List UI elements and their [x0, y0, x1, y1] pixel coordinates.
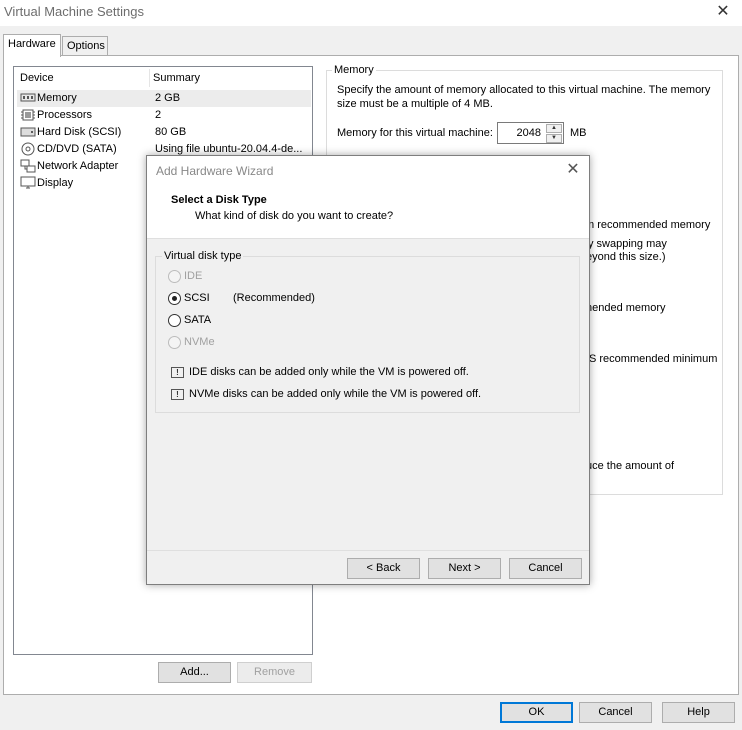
back-button[interactable]: < Back [347, 558, 420, 579]
wizard-cancel-button[interactable]: Cancel [509, 558, 582, 579]
wizard-header: Add Hardware Wizard ✕ Select a Disk Type… [147, 156, 589, 239]
memory-group-label: Memory [332, 64, 376, 76]
device-name: Processors [37, 109, 93, 121]
device-summary: 80 GB [155, 126, 187, 138]
cd-dvd-icon [21, 142, 35, 156]
window-title: Virtual Machine Settings [4, 4, 144, 19]
radio-circle[interactable] [168, 270, 181, 283]
remove-device-button[interactable]: Remove [237, 662, 312, 683]
memory-swapping-text: y swapping may [588, 238, 667, 250]
device-name: Hard Disk (SCSI) [37, 126, 122, 138]
memory-beyond-text: eyond this size.) [586, 251, 666, 263]
add-hardware-wizard-dialog: Add Hardware Wizard ✕ Select a Disk Type… [146, 155, 590, 585]
tab-options[interactable]: Options [62, 36, 108, 56]
wizard-subheading: What kind of disk do you want to create? [195, 210, 394, 222]
close-icon[interactable]: ✕ [563, 160, 583, 180]
tab-hardware[interactable]: Hardware [3, 34, 61, 57]
nvme-info-text: NVMe disks can be added only while the V… [189, 388, 482, 400]
wizard-footer-divider [147, 550, 589, 551]
radio-label: SATA [184, 314, 212, 326]
memory-recommended-text: m recommended memory [585, 219, 711, 231]
title-bar: Virtual Machine Settings ✕ [0, 0, 742, 26]
device-name: Network Adapter [37, 160, 119, 172]
memory-field-label: Memory for this virtual machine: [337, 127, 493, 139]
display-icon [20, 176, 36, 189]
radio-label: IDE [184, 270, 203, 282]
info-icon: ! [171, 389, 184, 400]
device-name: Display [37, 177, 74, 189]
device-summary: Using file ubuntu-20.04.4-de... [155, 143, 303, 155]
device-row-processors[interactable]: Processors 2 [17, 107, 311, 124]
spin-up-icon[interactable]: ▲ [546, 124, 562, 133]
cancel-button[interactable]: Cancel [579, 702, 652, 723]
add-device-button[interactable]: Add... [158, 662, 231, 683]
radio-selected-dot [172, 296, 177, 301]
ok-button[interactable]: OK [500, 702, 573, 723]
ide-info-text: IDE disks can be added only while the VM… [189, 366, 469, 378]
memory-minimum-text: S recommended minimum [589, 353, 718, 365]
memory-unit: MB [570, 127, 587, 139]
memory-reduce-text: uce the amount of [586, 460, 675, 472]
device-name: Memory [37, 92, 77, 104]
column-header-device[interactable]: Device [20, 72, 54, 84]
info-icon: ! [171, 367, 184, 378]
device-name: CD/DVD (SATA) [37, 143, 117, 155]
device-row-hard-disk[interactable]: Hard Disk (SCSI) 80 GB [17, 124, 311, 141]
hard-disk-icon [20, 127, 36, 137]
device-summary: 2 GB [155, 92, 181, 104]
radio-circle[interactable] [168, 314, 181, 327]
close-icon[interactable]: ✕ [712, 2, 734, 22]
processor-icon [21, 109, 35, 121]
radio-circle[interactable] [168, 336, 181, 349]
wizard-heading: Select a Disk Type [171, 194, 267, 206]
network-adapter-icon [20, 159, 36, 173]
memory-icon [20, 93, 36, 102]
recommended-note: (Recommended) [233, 292, 315, 304]
device-row-memory[interactable]: Memory 2 GB [17, 90, 311, 107]
wizard-title: Add Hardware Wizard [156, 164, 274, 178]
next-button[interactable]: Next > [428, 558, 501, 579]
memory-description: Specify the amount of memory allocated t… [337, 84, 711, 110]
column-header-summary[interactable]: Summary [153, 72, 200, 84]
column-divider[interactable] [149, 69, 150, 87]
device-summary: 2 [155, 109, 162, 121]
radio-label: NVMe [184, 336, 215, 348]
memory-recommended-text-2: nended memory [586, 302, 666, 314]
spin-down-icon[interactable]: ▼ [546, 134, 562, 143]
radio-label: SCSI [184, 292, 210, 304]
memory-value[interactable]: 2048 [517, 127, 541, 139]
disk-type-group-label: Virtual disk type [162, 250, 244, 262]
radio-circle[interactable] [168, 292, 181, 305]
help-button[interactable]: Help [662, 702, 735, 723]
memory-spinbox[interactable]: 2048 ▲ ▼ [497, 122, 564, 144]
